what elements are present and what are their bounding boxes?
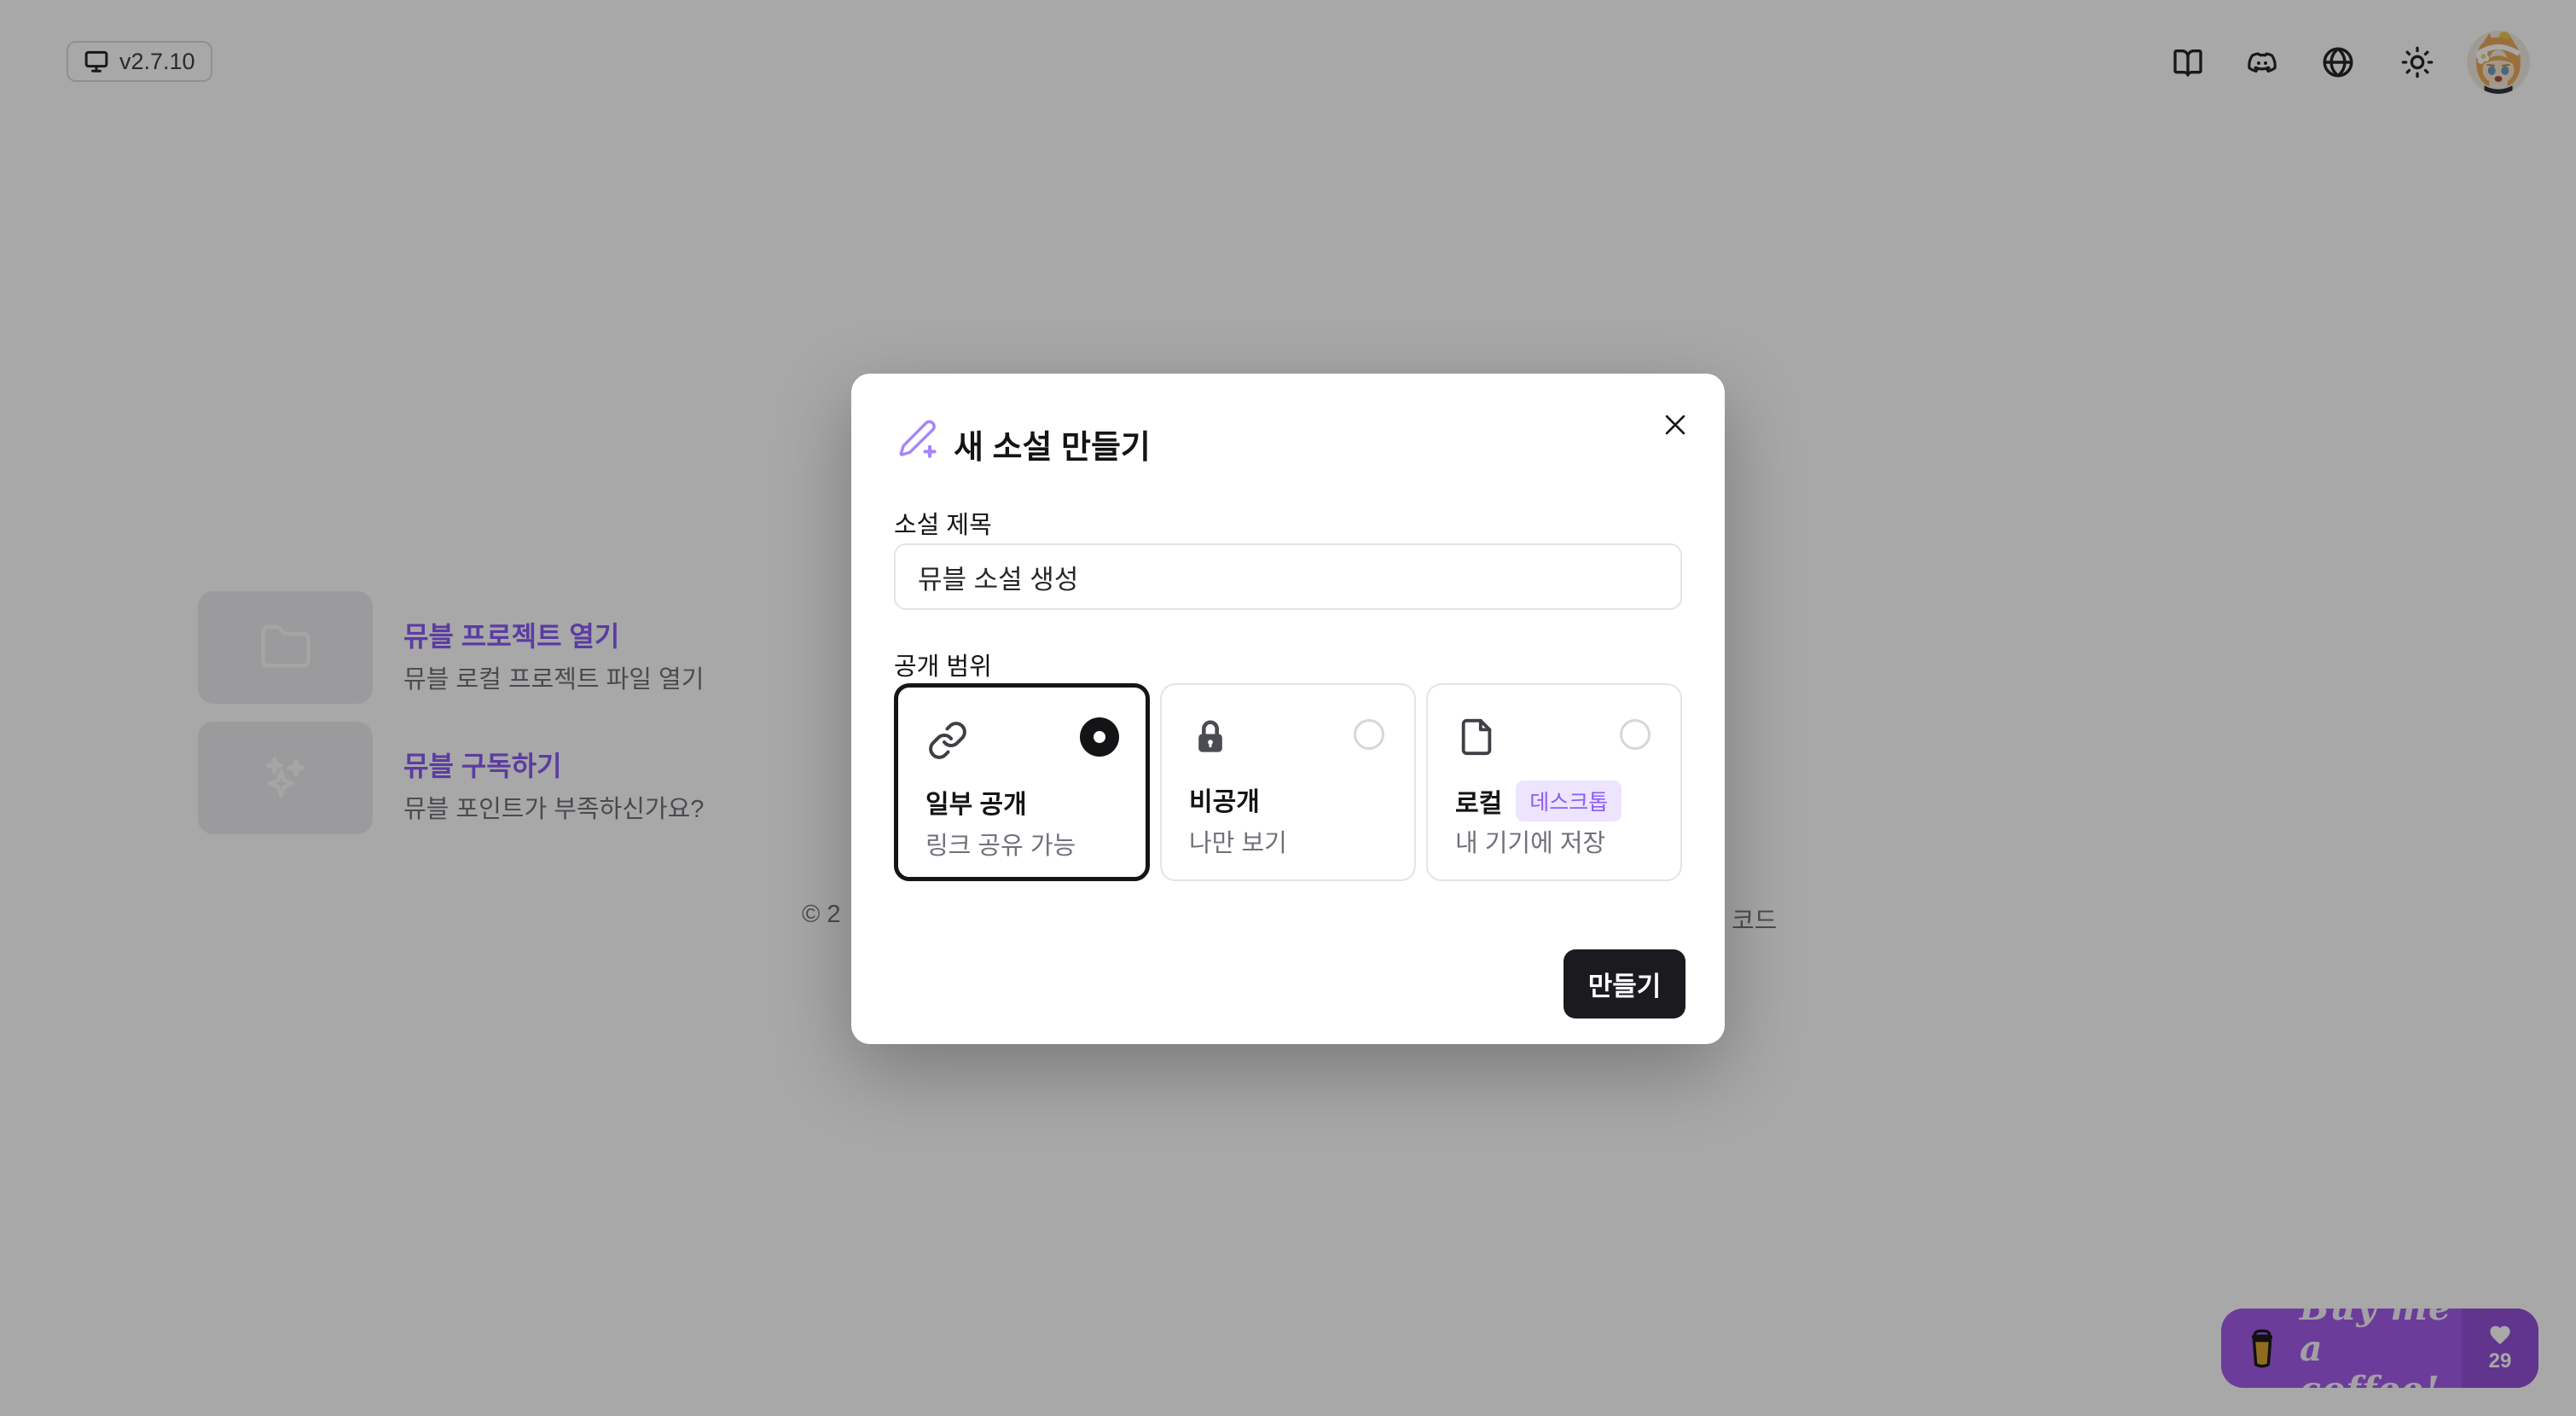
create-button[interactable]: 만들기 (1564, 949, 1685, 1018)
visibility-option-local[interactable]: 로컬 데스크톱 내 기기에 저장 (1426, 683, 1682, 881)
radio-selected[interactable] (1080, 717, 1119, 757)
file-icon (1457, 717, 1498, 758)
novel-title-label: 소설 제목 (894, 505, 992, 541)
visibility-option-partial-public[interactable]: 일부 공개 링크 공유 가능 (894, 683, 1150, 881)
close-icon (1661, 410, 1690, 439)
option-title: 비공개 (1189, 781, 1260, 818)
visibility-option-private[interactable]: 비공개 나만 보기 (1160, 683, 1416, 881)
option-subtitle: 내 기기에 저장 (1455, 823, 1605, 859)
pencil-plus-icon (897, 418, 938, 459)
close-button[interactable] (1655, 404, 1696, 445)
desktop-badge: 데스크톱 (1516, 781, 1622, 821)
link-icon (927, 720, 968, 761)
radio-unselected[interactable] (1620, 719, 1651, 750)
app-root: v2.7.10 (0, 0, 2576, 1416)
dialog-title: 새 소설 만들기 (954, 421, 1151, 467)
new-novel-dialog: 새 소설 만들기 소설 제목 공개 범위 일부 공개 (851, 374, 1725, 1044)
option-title: 일부 공개 (925, 783, 1027, 821)
option-subtitle: 링크 공유 가능 (925, 826, 1076, 862)
visibility-label: 공개 범위 (894, 647, 992, 682)
option-title: 로컬 (1455, 782, 1502, 820)
option-subtitle: 나만 보기 (1189, 823, 1287, 859)
lock-icon (1191, 717, 1232, 758)
novel-title-input[interactable] (894, 543, 1682, 610)
visibility-options: 일부 공개 링크 공유 가능 비공개 나만 보기 (894, 683, 1682, 881)
radio-unselected[interactable] (1354, 719, 1384, 750)
